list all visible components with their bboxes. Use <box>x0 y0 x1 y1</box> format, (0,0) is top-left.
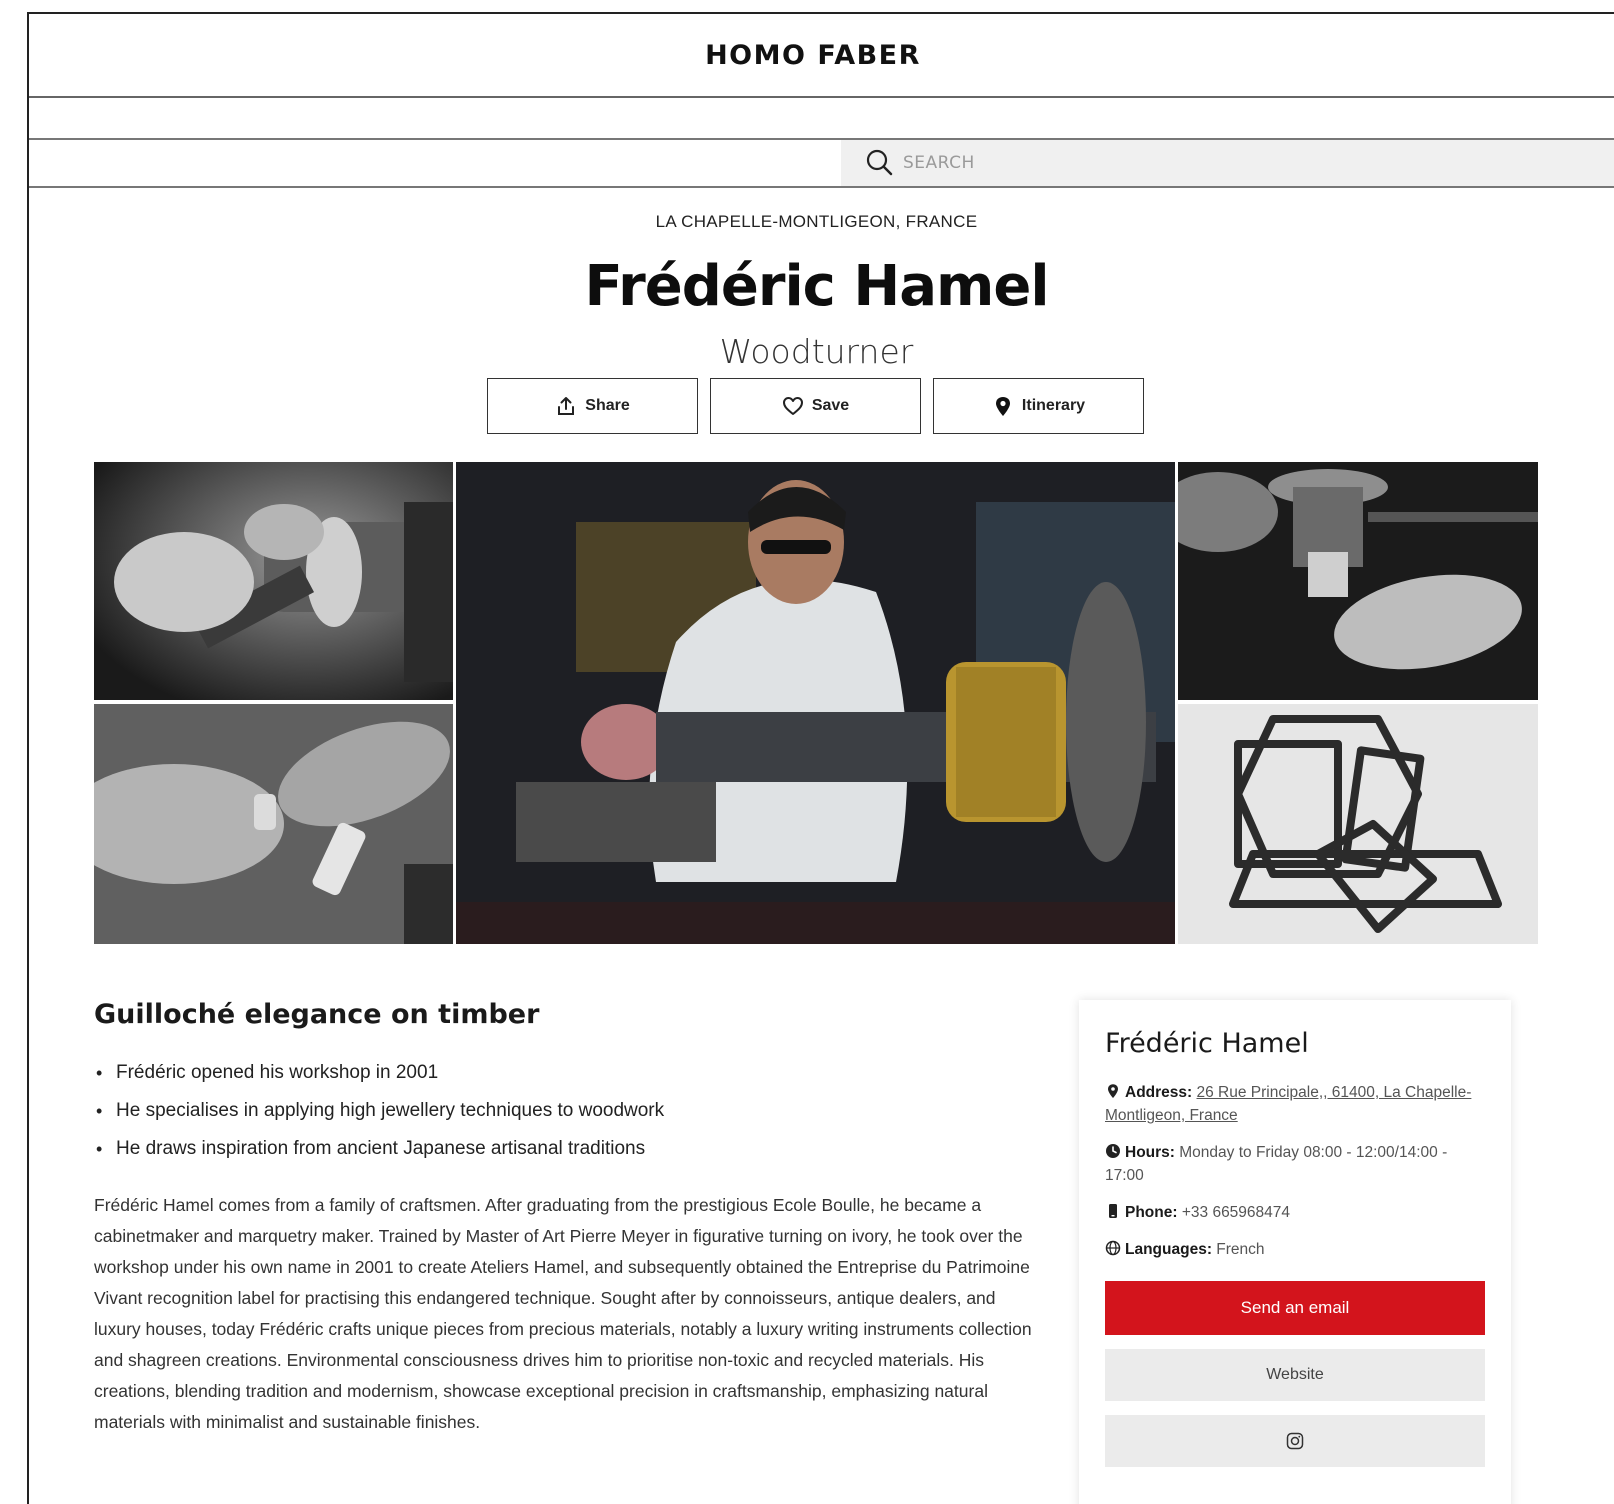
share-button[interactable]: Share <box>487 378 698 434</box>
search-icon <box>866 149 893 176</box>
hexagon-frames-photo[interactable] <box>1178 704 1538 944</box>
save-button[interactable]: Save <box>710 378 921 434</box>
page-frame: HOMO FABER SEARCH LA CHAPELLE-MONTLIGEON… <box>27 12 1614 1504</box>
action-buttons: Share Save Itinerary <box>487 378 1144 434</box>
hands-holding-cylinders-photo[interactable] <box>94 704 453 944</box>
lathe-detail-photo[interactable] <box>1178 462 1538 700</box>
instagram-icon <box>1286 1432 1304 1450</box>
itinerary-label: Itinerary <box>1021 397 1086 414</box>
share-icon <box>558 397 575 415</box>
languages-value: French <box>1216 1241 1265 1258</box>
languages-row: Languages: French <box>1105 1238 1485 1261</box>
map-pin-icon <box>995 397 1010 416</box>
phone-row: Phone: +33 665968474 <box>1105 1201 1485 1224</box>
send-email-button[interactable]: Send an email <box>1105 1281 1485 1335</box>
clock-icon <box>1106 1144 1120 1158</box>
hours-label: Hours: <box>1125 1144 1175 1161</box>
list-item: Frédéric opened his workshop in 2001 <box>94 1054 1034 1092</box>
site-header: HOMO FABER <box>29 14 1614 98</box>
list-item: He draws inspiration from ancient Japane… <box>94 1130 1034 1168</box>
about-section: Guilloché elegance on timber Frédéric op… <box>94 999 1034 1438</box>
bio-paragraph: Frédéric Hamel comes from a family of cr… <box>94 1195 1032 1432</box>
map-pin-icon <box>1108 1084 1118 1098</box>
globe-icon <box>1105 1240 1121 1256</box>
phone-value[interactable]: +33 665968474 <box>1182 1204 1290 1221</box>
address-label: Address: <box>1125 1084 1193 1101</box>
tagline-heading: Guilloché elegance on timber <box>94 999 540 1030</box>
contact-card: Frédéric Hamel Address: 26 Rue Principal… <box>1079 1000 1511 1504</box>
itinerary-button[interactable]: Itinerary <box>933 378 1144 434</box>
hands-on-lathe-photo[interactable] <box>94 462 453 700</box>
save-label: Save <box>811 397 850 414</box>
photo-gallery <box>94 462 1538 944</box>
nav-bar <box>29 98 1614 140</box>
phone-icon <box>1109 1204 1117 1218</box>
contact-card-title: Frédéric Hamel <box>1105 1028 1309 1059</box>
brand-logo[interactable]: HOMO FABER <box>705 40 921 71</box>
address-row: Address: 26 Rue Principale,, 61400, La C… <box>1105 1081 1485 1127</box>
languages-label: Languages: <box>1125 1241 1212 1258</box>
artisan-location: LA CHAPELLE-MONTLIGEON, FRANCE <box>655 212 978 231</box>
list-item: He specialises in applying high jeweller… <box>94 1092 1034 1130</box>
search-placeholder: SEARCH <box>903 153 975 173</box>
share-label: Share <box>585 397 630 414</box>
phone-label: Phone: <box>1125 1204 1178 1221</box>
artisan-at-lathe-photo[interactable] <box>456 462 1175 944</box>
artisan-profession: Woodturner <box>719 332 914 371</box>
instagram-button[interactable] <box>1105 1415 1485 1467</box>
page-title: Frédéric Hamel <box>584 254 1049 319</box>
heart-icon <box>782 397 803 415</box>
website-button[interactable]: Website <box>1105 1349 1485 1401</box>
hours-row: Hours: Monday to Friday 08:00 - 12:00/14… <box>1105 1141 1485 1187</box>
highlights-list: Frédéric opened his workshop in 2001 He … <box>94 1054 1034 1168</box>
search-bar: SEARCH <box>29 140 1614 188</box>
search-input[interactable]: SEARCH <box>841 140 1614 186</box>
